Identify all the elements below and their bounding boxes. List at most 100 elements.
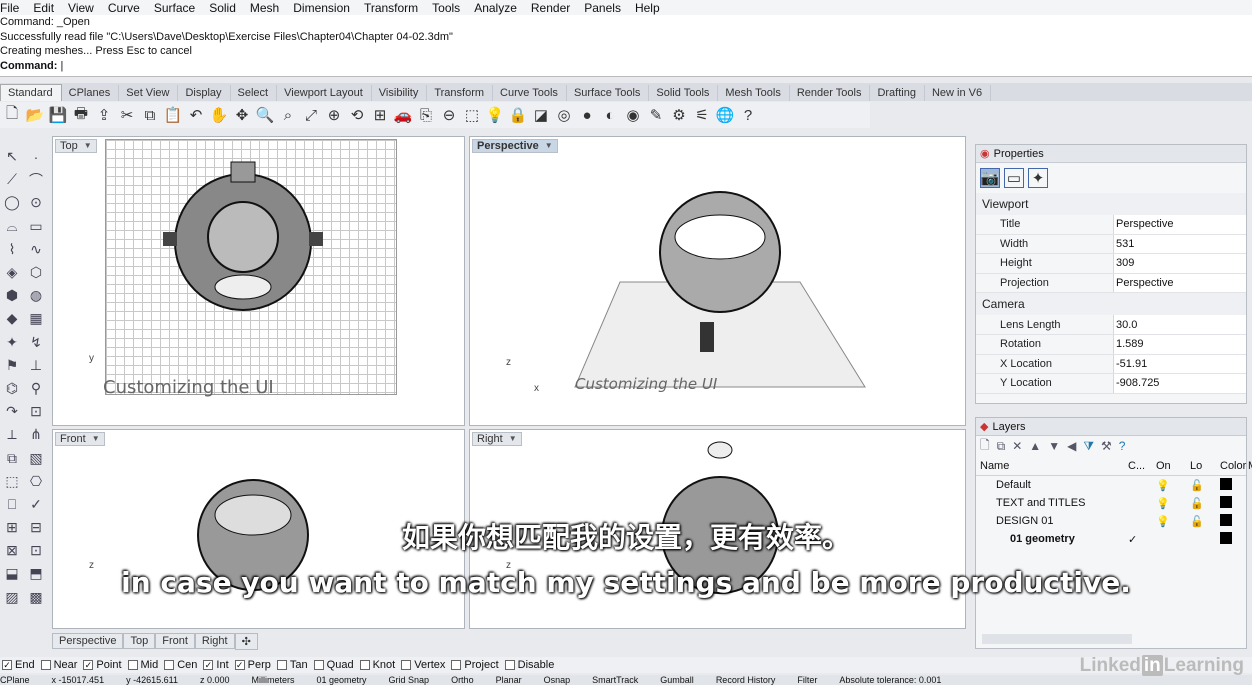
import-icon[interactable]: ⇪ <box>94 105 114 125</box>
menu-item-mesh[interactable]: Mesh <box>250 1 279 15</box>
cut-icon[interactable]: ✂ <box>117 105 137 125</box>
osnap-mid[interactable]: Mid <box>127 659 158 671</box>
prop-value[interactable]: 531 <box>1113 234 1246 254</box>
tool-icon[interactable]: ▦ <box>24 307 48 330</box>
tool-icon[interactable]: ↖ <box>0 145 24 168</box>
osnap-tan[interactable]: Tan <box>276 659 308 671</box>
viewport-tab-right[interactable]: Right <box>194 633 235 649</box>
properties-icon[interactable]: ⊖ <box>439 105 459 125</box>
chevron-down-icon[interactable]: ▼ <box>509 432 517 446</box>
osnap-quad[interactable]: Quad <box>313 659 354 671</box>
checkbox[interactable] <box>127 660 138 670</box>
tab-display[interactable]: Display <box>178 85 231 101</box>
menu-item-solid[interactable]: Solid <box>209 1 236 15</box>
print-icon[interactable]: 🖶 <box>71 105 91 125</box>
tool-icon[interactable]: ↯ <box>24 331 48 354</box>
viewport-tab-perspective[interactable]: Perspective <box>52 633 124 649</box>
tab-render-tools[interactable]: Render Tools <box>790 85 871 101</box>
tool-icon[interactable]: ◯ <box>0 191 24 214</box>
status-item[interactable]: Planar <box>496 675 522 685</box>
menu-item-analyze[interactable]: Analyze <box>474 1 517 15</box>
tools-icon[interactable]: ⚒ <box>1101 439 1112 453</box>
help-icon[interactable]: ? <box>1119 439 1126 453</box>
tool-icon[interactable]: ⌒ <box>24 168 48 191</box>
sphere-shaded-icon[interactable]: ◐ <box>600 105 620 125</box>
layer-color-swatch[interactable] <box>1220 477 1248 493</box>
chevron-down-icon[interactable]: ▼ <box>84 139 92 153</box>
checkbox[interactable] <box>40 660 51 670</box>
tool-icon[interactable]: ⧉ <box>0 446 24 469</box>
save-icon[interactable]: 💾 <box>48 105 68 125</box>
layer-col-header[interactable]: Color <box>1220 460 1248 472</box>
checkbox[interactable]: ✓ <box>203 660 214 670</box>
tool-icon[interactable]: ◆ <box>0 307 24 330</box>
options-icon[interactable]: ⚟ <box>692 105 712 125</box>
osnap-vertex[interactable]: Vertex <box>401 659 445 671</box>
viewport-perspective[interactable]: Perspective ▼ Customizing the UI z x <box>469 136 966 426</box>
car-icon[interactable]: 🚗 <box>393 105 413 125</box>
copy-properties-icon[interactable]: ⎘ <box>416 105 436 125</box>
viewport-label-perspective[interactable]: Perspective ▼ <box>472 139 558 153</box>
checkbox[interactable] <box>504 660 515 670</box>
osnap-point[interactable]: ✓ Point <box>83 659 122 671</box>
status-item[interactable]: z 0.000 <box>200 675 230 685</box>
status-item[interactable]: CPlane <box>0 675 30 685</box>
chevron-down-icon[interactable]: ▼ <box>92 432 100 446</box>
tool-icon[interactable]: ⋔ <box>24 423 48 446</box>
checkbox[interactable] <box>451 660 462 670</box>
tool-icon[interactable]: ▧ <box>24 446 48 469</box>
globe-icon[interactable]: 🌐 <box>715 105 735 125</box>
tool-icon[interactable]: ◈ <box>0 261 24 284</box>
gear-icon[interactable]: ⚙ <box>669 105 689 125</box>
status-item[interactable]: x -15017.451 <box>52 675 105 685</box>
command-input[interactable]: Command: | <box>0 59 1252 74</box>
tool-icon[interactable]: ⬚ <box>0 470 24 493</box>
filter-icon[interactable]: ⧩ <box>1083 439 1094 454</box>
status-item[interactable]: y -42615.611 <box>126 675 178 685</box>
prop-value[interactable]: -51.91 <box>1113 354 1246 374</box>
new-sublayer-icon[interactable]: ⧉ <box>997 439 1006 454</box>
layer-col-header[interactable]: C... <box>1128 460 1156 472</box>
tool-icon[interactable]: ⌬ <box>0 377 24 400</box>
select-icon[interactable]: ⬚ <box>462 105 482 125</box>
tab-standard[interactable]: Standard <box>0 84 62 101</box>
tool-icon[interactable]: ⊥ <box>24 354 48 377</box>
tool-icon[interactable]: ∿ <box>24 238 48 261</box>
status-item[interactable]: Record History <box>716 675 776 685</box>
osnap-knot[interactable]: Knot <box>359 659 395 671</box>
copy-icon[interactable]: ⧉ <box>140 105 160 125</box>
menu-item-edit[interactable]: Edit <box>33 1 54 15</box>
pan-icon[interactable]: ✋ <box>209 105 229 125</box>
layer-col-header[interactable]: Lo <box>1190 460 1220 472</box>
osnap-near[interactable]: Near <box>40 659 77 671</box>
menu-item-dimension[interactable]: Dimension <box>293 1 350 15</box>
viewport-tab-front[interactable]: Front <box>155 633 195 649</box>
layer-col-header[interactable]: Name <box>980 460 1128 472</box>
camera-icon[interactable]: 📷 <box>980 168 1000 188</box>
tool-icon[interactable]: ⊡ <box>24 400 48 423</box>
tool-icon[interactable]: ⚲ <box>24 377 48 400</box>
move-up-icon[interactable]: ▲ <box>1029 439 1041 453</box>
osnap-int[interactable]: ✓ Int <box>203 659 229 671</box>
checkbox[interactable] <box>164 660 175 670</box>
menu-item-panels[interactable]: Panels <box>584 1 621 15</box>
lock-icon[interactable]: 🔒 <box>508 105 528 125</box>
zoom-window-icon[interactable]: ⌕ <box>278 105 298 125</box>
tool-icon[interactable]: ↷ <box>0 400 24 423</box>
viewport-top[interactable]: Top ▼ Customizing the UI y <box>52 136 465 426</box>
lock-icon[interactable]: 🔓 <box>1190 497 1220 510</box>
checkbox[interactable] <box>276 660 287 670</box>
menu-item-render[interactable]: Render <box>531 1 570 15</box>
layers-scrollbar[interactable] <box>982 634 1132 644</box>
tool-icon[interactable]: ✦ <box>0 331 24 354</box>
tab-set-view[interactable]: Set View <box>119 85 179 101</box>
checkbox[interactable]: ✓ <box>234 660 245 670</box>
tab-surface-tools[interactable]: Surface Tools <box>567 85 650 101</box>
move-down-icon[interactable]: ▼ <box>1048 439 1060 453</box>
tab-viewport-layout[interactable]: Viewport Layout <box>277 85 372 101</box>
add-viewport-icon[interactable]: ✣ <box>234 632 258 650</box>
status-item[interactable]: Grid Snap <box>389 675 430 685</box>
checkbox[interactable] <box>313 660 324 670</box>
status-item[interactable]: Ortho <box>451 675 474 685</box>
new-icon[interactable]: 🗋 <box>2 105 22 125</box>
